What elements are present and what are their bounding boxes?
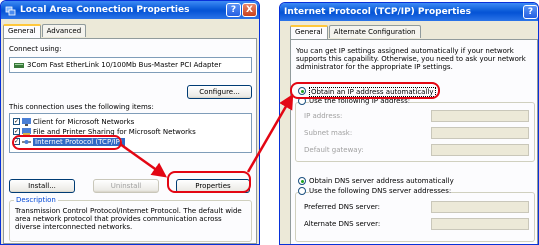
highlight-tcpip-item <box>12 135 122 150</box>
tcpip-properties-window: Internet Protocol (TCP/IP) Properties ? … <box>279 2 539 245</box>
configure-button[interactable]: Configure... <box>187 85 252 99</box>
tab-strip: General Advanced <box>3 24 87 38</box>
highlight-obtain-ip <box>290 82 440 99</box>
items-label: This connection uses the following items… <box>9 103 154 111</box>
description-title: Description <box>14 196 58 204</box>
use-dns-radio[interactable] <box>298 187 306 195</box>
local-area-connection-properties-window: Local Area Connection Properties ? X Gen… <box>0 0 260 245</box>
obtain-dns-radio[interactable] <box>298 177 306 185</box>
preferred-dns-field <box>431 201 529 213</box>
subnet-mask-field <box>431 127 529 139</box>
alternate-dns-field <box>431 218 529 230</box>
default-gateway-label: Default gateway: <box>304 146 364 154</box>
tab-strip: General Alternate Configuration <box>290 25 422 39</box>
window-title: Local Area Connection Properties <box>20 5 190 15</box>
intro-text: You can get IP settings assigned automat… <box>296 47 526 71</box>
ip-address-label: IP address: <box>304 112 343 120</box>
item-label: Client for Microsoft Networks <box>33 117 135 126</box>
title-bar[interactable]: Local Area Connection Properties <box>1 1 259 19</box>
ip-address-field <box>431 110 529 122</box>
adapter-name: 3Com Fast EtherLink 10/100Mb Bus-Master … <box>27 61 222 69</box>
default-gateway-field <box>431 144 529 156</box>
highlight-properties-button <box>167 171 251 193</box>
subnet-mask-label: Subnet mask: <box>304 129 353 137</box>
uninstall-button: Uninstall <box>93 179 159 193</box>
description-text: Transmission Control Protocol/Internet P… <box>15 207 242 231</box>
network-client-icon <box>22 117 31 126</box>
alternate-dns-label: Alternate DNS server: <box>304 220 381 228</box>
tab-alternate-configuration[interactable]: Alternate Configuration <box>328 25 421 38</box>
install-button[interactable]: Install... <box>9 179 75 193</box>
adapter-field: 3Com Fast EtherLink 10/100Mb Bus-Master … <box>9 57 252 73</box>
close-button[interactable]: X <box>242 3 257 17</box>
checkbox[interactable]: ✓ <box>13 128 20 135</box>
preferred-dns-label: Preferred DNS server: <box>304 203 381 211</box>
dns-settings-group <box>295 192 535 242</box>
network-connection-icon <box>5 6 16 15</box>
window-title: Internet Protocol (TCP/IP) Properties <box>284 7 471 17</box>
use-dns-label[interactable]: Use the following DNS server addresses: <box>309 187 452 195</box>
help-button[interactable]: ? <box>226 3 241 17</box>
connect-using-label: Connect using: <box>9 45 62 53</box>
network-adapter-icon <box>14 63 24 68</box>
tab-general[interactable]: General <box>3 24 41 38</box>
tab-advanced[interactable]: Advanced <box>41 24 87 37</box>
checkbox[interactable]: ✓ <box>13 118 20 125</box>
help-button[interactable]: ? <box>523 5 538 19</box>
obtain-dns-label[interactable]: Obtain DNS server address automatically <box>309 177 454 185</box>
title-bar[interactable]: Internet Protocol (TCP/IP) Properties <box>280 3 538 21</box>
general-tab-panel: You can get IP settings assigned automat… <box>290 39 538 244</box>
description-group: Description Transmission Control Protoco… <box>9 196 252 242</box>
tab-general[interactable]: General <box>290 25 328 39</box>
list-item[interactable]: ✓ Client for Microsoft Networks <box>13 117 134 126</box>
